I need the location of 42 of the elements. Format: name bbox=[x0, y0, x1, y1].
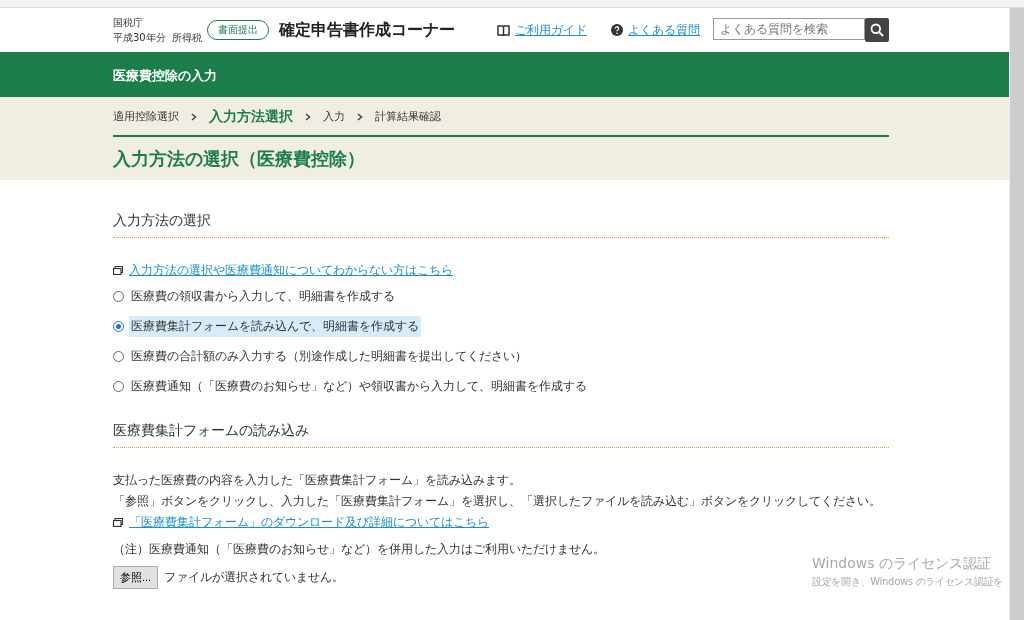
browse-button[interactable]: 参照... bbox=[113, 566, 159, 589]
activation-notice-title: Windows のライセンス認証 bbox=[812, 555, 992, 573]
option-label: 医療費の領収書から入力して、明細書を作成する bbox=[130, 288, 396, 305]
option-label: 医療費の合計額のみ入力する（別途作成した明細書を提出してください） bbox=[130, 348, 528, 365]
agency-name: 国税庁 bbox=[113, 16, 144, 30]
help-link[interactable]: 入力方法の選択や医療費通知についてわからない方はこちら bbox=[129, 262, 453, 279]
progress-step: 適用控除選択 bbox=[113, 109, 179, 124]
site-title: 確定申告書作成コーナー bbox=[279, 19, 456, 41]
book-icon bbox=[497, 24, 510, 36]
section-heading: 医療費集計フォームの読み込み bbox=[113, 422, 310, 440]
help-icon bbox=[611, 24, 623, 36]
radio-button[interactable] bbox=[113, 291, 124, 302]
radio-button[interactable] bbox=[113, 351, 124, 362]
search-field[interactable]: よくある質問を検索 bbox=[713, 18, 865, 40]
search-button[interactable] bbox=[865, 18, 889, 42]
chevron-icon bbox=[357, 112, 363, 121]
radio-button[interactable] bbox=[113, 321, 124, 332]
option-label: 医療費通知（「医療費のお知らせ」など）や領収書から入力して、明細書を作成する bbox=[130, 378, 588, 395]
window-icon bbox=[113, 266, 123, 275]
chevron-icon bbox=[305, 112, 311, 121]
progress-step: 入力方法選択 bbox=[209, 107, 293, 126]
page-title: 入力方法の選択（医療費控除） bbox=[113, 147, 366, 171]
instruction-text: 「参照」ボタンをクリックし、入力した「医療費集計フォーム」を選択し、「選択したファイルを読み込む」ボタンをクリックしてください。 bbox=[113, 493, 882, 510]
header-link[interactable]: よくある質問 bbox=[628, 21, 700, 39]
progress-step: 計算結果確認 bbox=[375, 109, 441, 124]
option-label: 医療費集計フォームを読み込んで、明細書を作成する bbox=[129, 316, 421, 337]
tax-type: 所得税 bbox=[171, 31, 202, 45]
download-link[interactable]: 「医療費集計フォーム」のダウンロード及び詳細についてはこちら bbox=[129, 514, 489, 531]
section-heading: 入力方法の選択 bbox=[113, 212, 212, 230]
scrollbar[interactable] bbox=[1009, 8, 1024, 620]
file-status: ファイルが選択されていません。 bbox=[164, 569, 345, 586]
header-link[interactable]: ご利用ガイド bbox=[515, 21, 587, 39]
section-title: 医療費控除の入力 bbox=[113, 67, 217, 83]
window-icon bbox=[113, 518, 123, 527]
instruction-text: 支払った医療費の内容を入力した「医療費集計フォーム」を読み込みます。 bbox=[113, 472, 522, 489]
progress-step: 入力 bbox=[323, 109, 345, 124]
radio-button[interactable] bbox=[113, 381, 124, 392]
note-text: （注）医療費通知（「医療費のお知らせ」など）を併用した入力はご利用いただけません。 bbox=[113, 541, 606, 558]
chevron-icon bbox=[191, 112, 197, 121]
activation-notice-text: 設定を開き、Windows のライセンス認証を bbox=[812, 575, 1003, 589]
search-icon bbox=[870, 23, 884, 37]
tax-year: 平成30年分 bbox=[113, 31, 166, 45]
